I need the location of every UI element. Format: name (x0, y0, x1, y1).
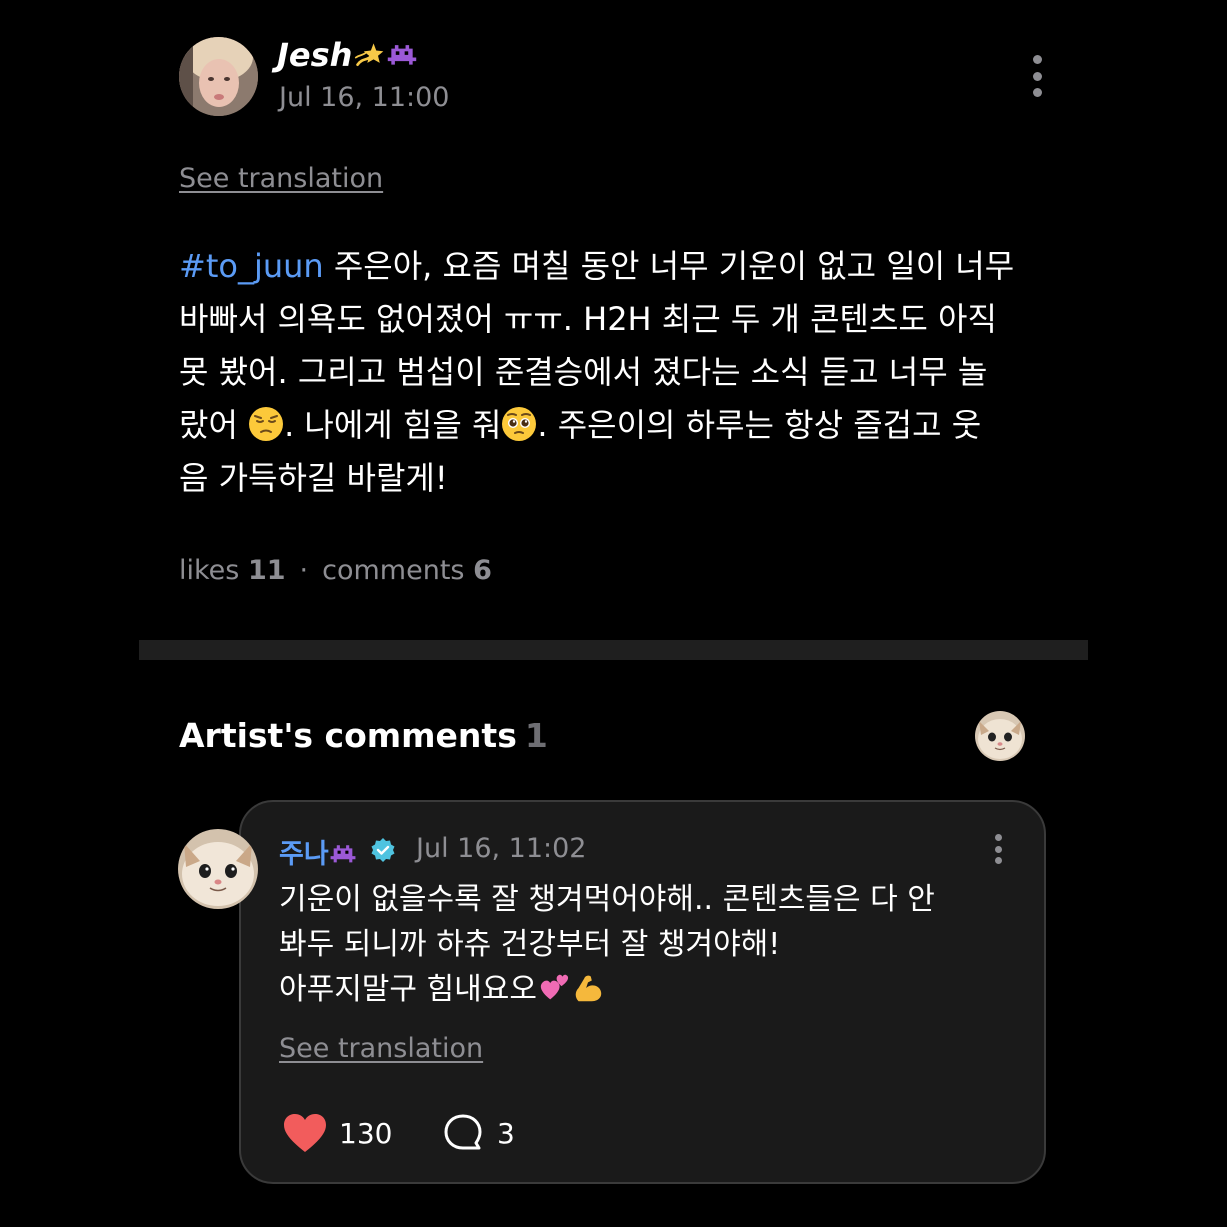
comment-more-options-icon[interactable] (991, 834, 1005, 864)
likes-stat[interactable]: likes 11 (179, 555, 286, 586)
commenter-name-text[interactable]: 주나 (279, 839, 329, 870)
post-line-1-text: 주은아, 요즘 며칠 동안 너무 기운이 없고 일이 너무 (323, 247, 1015, 285)
comment-line-3-text: 아푸지말구 힘내요오 (279, 972, 537, 1007)
comment-body: 기운이 없을수록 잘 챙겨먹어야해.. 콘텐츠들은 다 안 봐두 되니까 하츄 … (279, 877, 935, 1012)
alien-monster-icon (388, 45, 417, 65)
section-divider (139, 640, 1088, 660)
commenter-avatar[interactable] (178, 829, 258, 909)
comment-like-button[interactable]: 130 (283, 1113, 392, 1153)
comments-stat[interactable]: comments 6 (322, 555, 492, 586)
artist-comments-title: Artist's comments 1 (179, 716, 548, 755)
verified-badge-icon (371, 838, 395, 862)
speech-bubble-icon (444, 1114, 482, 1150)
post-line-4c: . 주은이의 하루는 항상 즐겁고 웃 (537, 406, 982, 444)
post-line-2: 바빠서 의욕도 없어졌어 ㅠㅠ. H2H 최근 두 개 콘텐츠도 아직 (179, 300, 997, 338)
comments-label: comments (322, 555, 465, 586)
artist-comments-count: 1 (524, 716, 548, 755)
comment-like-count: 130 (339, 1116, 393, 1150)
flexed-biceps-icon (575, 975, 602, 1002)
author-name-text[interactable]: Jesh (277, 36, 352, 74)
two-hearts-icon (540, 974, 569, 1000)
pensive-face-icon (249, 407, 284, 441)
comment-reply-button[interactable]: 3 (443, 1113, 515, 1153)
likes-count: 11 (247, 555, 286, 586)
comments-count: 6 (473, 555, 492, 586)
artist-comments-title-text: Artist's comments (179, 716, 517, 755)
alien-monster-icon (330, 845, 356, 863)
post-date: Jul 16, 11:00 (279, 82, 450, 113)
likes-label: likes (179, 555, 240, 586)
post-line-4a: 랐어 (179, 406, 249, 444)
author-avatar[interactable] (179, 37, 258, 116)
post-stats: likes 11 · comments 6 (179, 555, 492, 586)
post-more-options-icon[interactable] (1030, 55, 1044, 97)
post-line-4b: . 나에게 힘을 줘 (284, 406, 502, 444)
post-line-5: 음 가득하길 바랄게! (179, 459, 448, 497)
stats-separator: · (299, 555, 309, 586)
hashtag-link[interactable]: #to_juun (179, 247, 324, 285)
post-line-3: 못 봤어. 그리고 범섭이 준결승에서 졌다는 소식 듣고 너무 놀 (179, 353, 988, 391)
comment-line-2: 봐두 되니까 하츄 건강부터 잘 챙겨야해! (279, 927, 781, 962)
comment-date: Jul 16, 11:02 (416, 833, 587, 864)
post-see-translation-link[interactable]: See translation (179, 163, 383, 194)
heart-icon (284, 1114, 326, 1152)
comment-see-translation-link[interactable]: See translation (279, 1033, 483, 1064)
post-line-1: #to_juun 주은아, 요즘 며칠 동안 너무 기운이 없고 일이 너무 (179, 240, 1059, 293)
commenter-name[interactable]: 주나 (279, 832, 357, 871)
artist-avatar-small[interactable] (975, 711, 1025, 761)
comment-line-1: 기운이 없을수록 잘 챙겨먹어야해.. 콘텐츠들은 다 안 (279, 882, 935, 917)
post-body: #to_juun 주은아, 요즘 며칠 동안 너무 기운이 없고 일이 너무 바… (179, 240, 1059, 505)
comment-reply-count: 3 (497, 1116, 515, 1150)
dizzy-star-icon (355, 43, 384, 66)
pleading-face-icon (502, 407, 537, 441)
comment-line-3: 아푸지말구 힘내요오 (279, 967, 935, 1012)
post-line-4: 랐어 . 나에게 힘을 줘 . 주은이의 하루는 항상 즐겁고 웃 (179, 399, 1059, 452)
author-name[interactable]: Jesh (277, 36, 418, 74)
